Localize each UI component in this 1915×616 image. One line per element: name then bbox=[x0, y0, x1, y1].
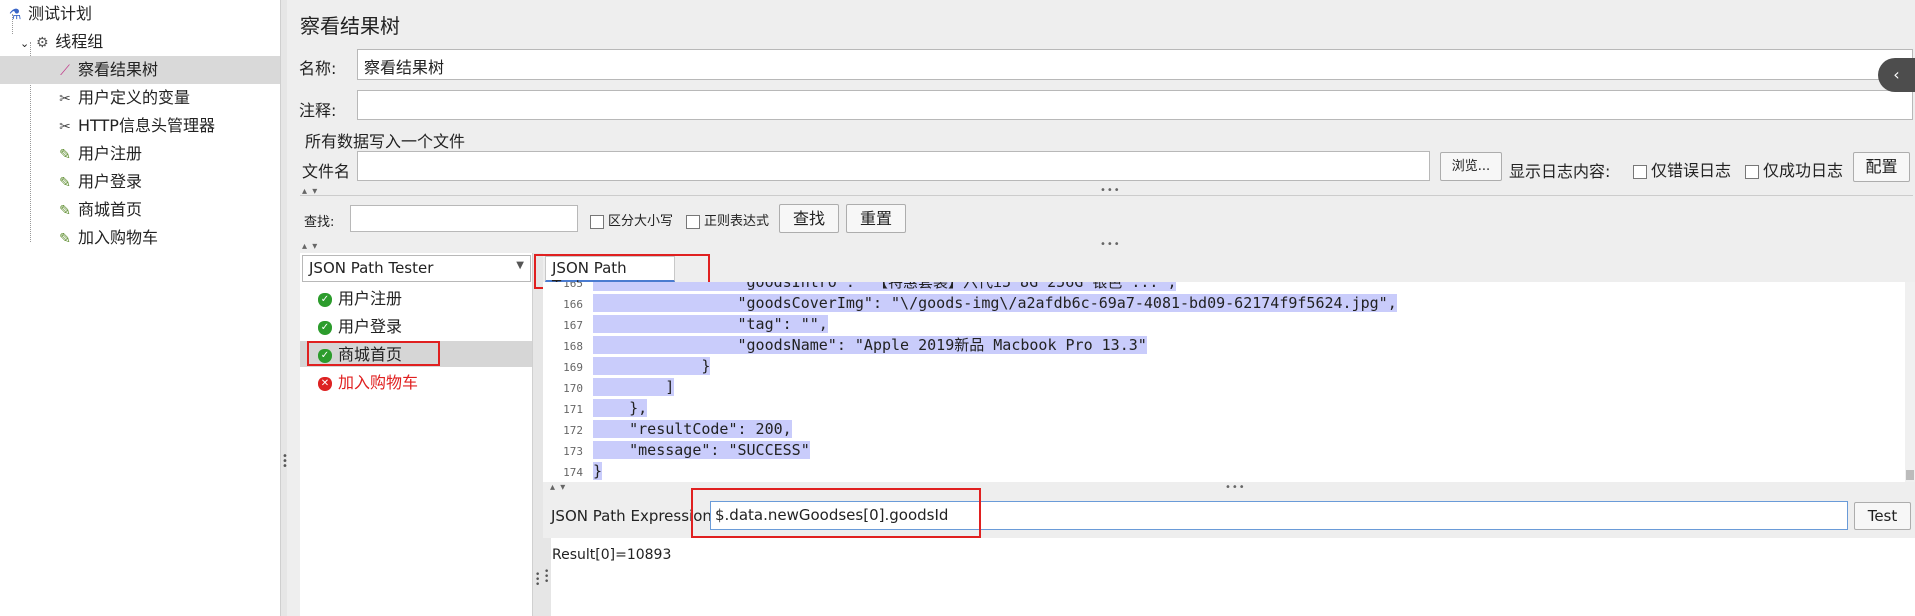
pipette-icon: ✎ bbox=[59, 231, 71, 247]
success-shield-icon: ✓ bbox=[318, 320, 332, 335]
wrench-icon: ✂ bbox=[59, 119, 71, 135]
name-label: 名称: bbox=[299, 59, 337, 78]
results-splitter[interactable]: • • • bbox=[533, 253, 543, 616]
file-section-title: 所有数据写入一个文件 bbox=[305, 132, 466, 151]
file-name-field[interactable] bbox=[357, 151, 1430, 181]
test-plan-tree: ⚗ 测试计划 ⌄ ⚙ 线程组 ⟋ 察看结果树 ✂ 用户定义的变量 ✂ HTTP信息头管理器 … bbox=[0, 0, 281, 616]
log-content-label: 显示日志内容: bbox=[1509, 162, 1611, 181]
chevron-left-icon: ‹ bbox=[1893, 65, 1900, 84]
tree-item-user-login[interactable]: ✎ 用户登录 bbox=[56, 168, 142, 196]
code-line: 174} bbox=[563, 462, 603, 480]
tree-item-thread-group[interactable]: ⌄ ⚙ 线程组 bbox=[20, 28, 103, 56]
response-code-view[interactable]: 165 "goodsIntro": "【特惠套装】六代i5 8G 256G 银色… bbox=[543, 282, 1905, 482]
tab-strip bbox=[543, 253, 1915, 282]
reset-button[interactable]: 重置 bbox=[846, 204, 906, 233]
search-label: 查找: bbox=[304, 215, 335, 230]
case-sensitive-checkbox[interactable]: 区分大小写 bbox=[590, 210, 673, 229]
code-line: 168 "goodsName": "Apple 2019新品 Macbook P… bbox=[563, 336, 1147, 354]
code-line: 173 "message": "SUCCESS" bbox=[563, 441, 810, 459]
config-button[interactable]: 配置 bbox=[1853, 152, 1910, 182]
collapse-arrows[interactable]: ▴ ▾ bbox=[302, 241, 318, 252]
name-field[interactable]: 察看结果树 bbox=[357, 49, 1913, 80]
graph-icon: ⟋ bbox=[60, 63, 70, 79]
success-only-checkbox[interactable]: 仅成功日志 bbox=[1745, 157, 1843, 181]
splitter-grip: • • • bbox=[282, 451, 288, 472]
code-line: 165 "goodsIntro": "【特惠套装】六代i5 8G 256G 银色… bbox=[543, 282, 1177, 293]
file-name-label: 文件名 bbox=[302, 162, 351, 181]
divider bbox=[300, 195, 1913, 196]
success-shield-icon: ✓ bbox=[318, 292, 332, 307]
dropdown-arrow-icon: ▼ bbox=[516, 260, 524, 271]
code-line: 171 }, bbox=[563, 399, 648, 417]
chevron-down-icon[interactable]: ⌄ bbox=[20, 37, 29, 50]
scrollbar-thumb[interactable] bbox=[1906, 470, 1914, 480]
json-path-label: JSON Path Expression bbox=[551, 507, 712, 525]
find-button[interactable]: 查找 bbox=[779, 204, 839, 233]
checkbox-box[interactable] bbox=[1745, 164, 1759, 179]
gear-icon: ⚙ bbox=[35, 35, 49, 51]
flask-icon: ⚗ bbox=[8, 7, 22, 23]
tree-item-add-to-cart[interactable]: ✎ 加入购物车 bbox=[56, 224, 158, 252]
code-line: 169 } bbox=[563, 357, 711, 375]
code-line: 170 ] bbox=[563, 378, 675, 396]
vertical-splitter[interactable]: • • • bbox=[281, 0, 288, 616]
code-line: 166 "goodsCoverImg": "\/goods-img\/a2afd… bbox=[563, 294, 1397, 312]
browse-button[interactable]: 浏览... bbox=[1440, 152, 1502, 181]
code-scrollbar[interactable] bbox=[1905, 282, 1915, 482]
tree-item-mall-home[interactable]: ✎ 商城首页 bbox=[56, 196, 142, 224]
test-button[interactable]: Test bbox=[1854, 502, 1911, 530]
tree-item-http-header-manager[interactable]: ✂ HTTP信息头管理器 bbox=[56, 112, 215, 140]
code-line: 167 "tag": "", bbox=[563, 315, 828, 333]
result-item-user-register[interactable]: ✓ 用户注册 bbox=[318, 286, 402, 312]
result-item-user-login[interactable]: ✓ 用户登录 bbox=[318, 314, 402, 340]
json-path-result: Result[0]=10893 bbox=[552, 547, 672, 563]
result-item-add-to-cart[interactable]: ✕ 加入购物车 bbox=[318, 370, 418, 396]
comment-field[interactable] bbox=[357, 90, 1913, 120]
tree-item-user-variables[interactable]: ✂ 用户定义的变量 bbox=[56, 84, 190, 112]
splitter-grip: • • • bbox=[535, 570, 541, 590]
error-shield-icon: ✕ bbox=[318, 376, 332, 391]
renderer-select[interactable]: JSON Path Tester ▼ bbox=[302, 255, 531, 282]
collapse-panel-button[interactable]: ‹ bbox=[1878, 58, 1915, 92]
highlight-box bbox=[691, 488, 981, 538]
errors-only-checkbox[interactable]: 仅错误日志 bbox=[1633, 157, 1731, 181]
wrench-icon: ✂ bbox=[59, 91, 71, 107]
code-line: 172 "resultCode": 200, bbox=[563, 420, 792, 438]
pipette-icon: ✎ bbox=[59, 203, 71, 219]
pipette-icon: ✎ bbox=[59, 175, 71, 191]
page-title: 察看结果树 bbox=[300, 14, 400, 38]
highlight-box bbox=[307, 341, 440, 366]
regex-checkbox[interactable]: 正则表达式 bbox=[686, 210, 769, 229]
result-splitter[interactable]: • • • bbox=[543, 538, 551, 616]
tree-item-test-plan[interactable]: ⚗ 测试计划 bbox=[6, 0, 92, 28]
splitter-grip: • • • bbox=[544, 567, 550, 587]
checkbox-box[interactable] bbox=[590, 214, 604, 229]
search-input[interactable] bbox=[350, 205, 578, 232]
checkbox-box[interactable] bbox=[686, 214, 700, 229]
comment-label: 注释: bbox=[299, 101, 337, 120]
pipette-icon: ✎ bbox=[59, 147, 71, 163]
divider-grip[interactable]: ••• bbox=[1100, 239, 1121, 250]
tree-item-user-register[interactable]: ✎ 用户注册 bbox=[56, 140, 142, 168]
checkbox-box[interactable] bbox=[1633, 164, 1647, 179]
tree-item-view-results-tree[interactable]: ⟋ 察看结果树 bbox=[0, 56, 280, 84]
json-path-result-area bbox=[543, 538, 1915, 616]
